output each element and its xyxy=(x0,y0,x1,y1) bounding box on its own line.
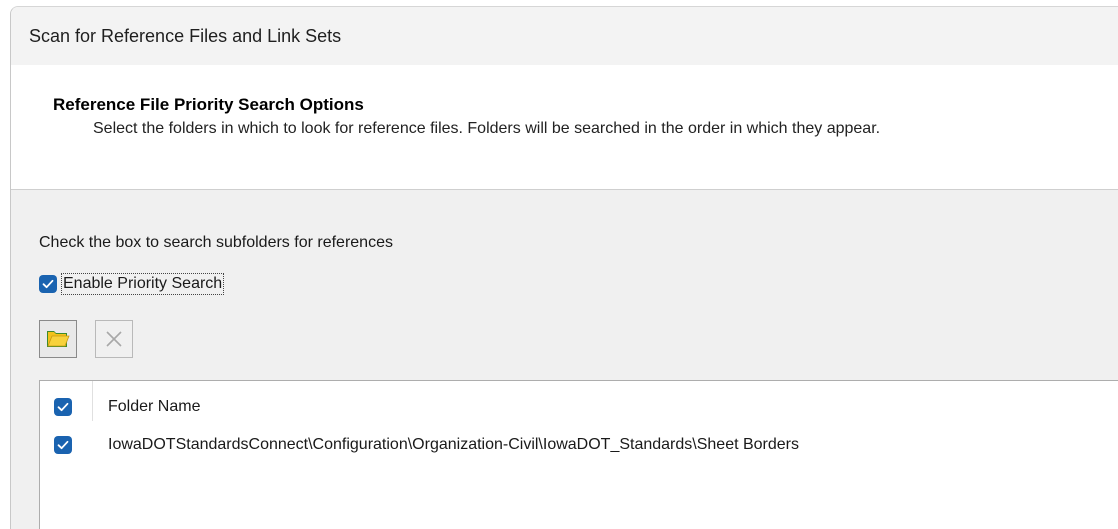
select-all-checkbox[interactable] xyxy=(54,398,72,416)
header-panel: Reference File Priority Search Options S… xyxy=(11,65,1118,190)
window-title: Scan for Reference Files and Link Sets xyxy=(29,25,342,46)
header-description: Select the folders in which to look for … xyxy=(93,120,881,137)
folder-toolbar xyxy=(39,320,133,358)
folder-add-icon xyxy=(47,331,70,347)
column-divider xyxy=(92,381,93,421)
folder-list-header-row[interactable]: Folder Name xyxy=(40,389,200,425)
checkmark-icon xyxy=(57,440,69,450)
folder-name-column-header: Folder Name xyxy=(108,398,201,415)
folder-row-checkbox[interactable] xyxy=(54,436,72,454)
instruction-text: Check the box to search subfolders for r… xyxy=(39,234,393,251)
body-panel: Check the box to search subfolders for r… xyxy=(11,190,1118,529)
enable-priority-search-checkbox[interactable] xyxy=(39,275,57,293)
remove-x-icon xyxy=(106,331,122,347)
checkmark-icon xyxy=(57,402,69,412)
folder-list[interactable]: Folder Name IowaDOTStandardsConnect\Conf… xyxy=(39,380,1118,529)
checkmark-icon xyxy=(42,279,54,289)
add-folder-button[interactable] xyxy=(39,320,77,358)
window-titlebar: Scan for Reference Files and Link Sets xyxy=(11,7,1118,65)
header-title: Reference File Priority Search Options xyxy=(53,95,364,114)
scan-dialog-window: Scan for Reference Files and Link Sets R… xyxy=(10,6,1118,529)
enable-priority-search-row[interactable]: Enable Priority Search xyxy=(39,273,225,295)
enable-priority-search-label[interactable]: Enable Priority Search xyxy=(61,273,225,295)
remove-folder-button[interactable] xyxy=(95,320,133,358)
folder-list-row[interactable]: IowaDOTStandardsConnect\Configuration\Or… xyxy=(40,427,799,463)
folder-path-text: IowaDOTStandardsConnect\Configuration\Or… xyxy=(108,436,800,453)
